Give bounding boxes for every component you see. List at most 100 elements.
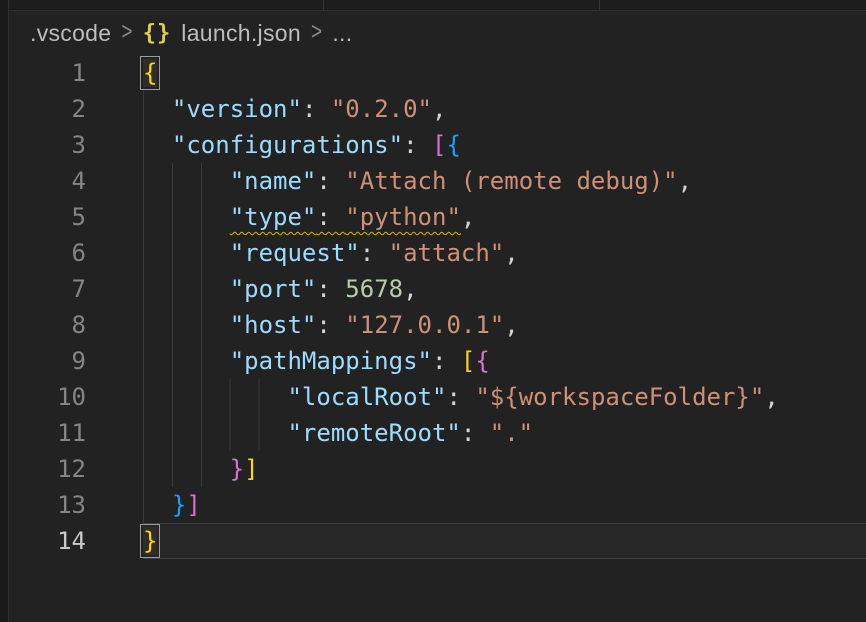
line-number[interactable]: 3 [9, 127, 86, 163]
code-line-content[interactable]: } [86, 523, 866, 559]
vscode-window: .vscode>{}launch.json>... 1{2"version": … [0, 0, 866, 622]
code-line-content[interactable]: "remoteRoot": "." [86, 415, 866, 451]
code-line-content[interactable]: "port": 5678, [86, 271, 866, 307]
code-line: 5"type": "python", [9, 199, 866, 235]
code-token: : [403, 131, 432, 159]
code-token: : [446, 383, 475, 411]
code-token: } [172, 491, 186, 519]
breadcrumb-file[interactable]: launch.json [181, 20, 301, 47]
code-token: : [316, 203, 345, 231]
editor-left-rail [0, 0, 9, 622]
code-token: "127.0.0.1" [345, 311, 504, 339]
chevron-right-icon: > [311, 19, 322, 48]
indent-guides [143, 487, 172, 523]
tab-divider [323, 0, 324, 10]
chevron-right-icon: > [121, 19, 132, 48]
line-number[interactable]: 8 [9, 307, 86, 343]
line-number[interactable]: 1 [9, 55, 86, 91]
code-token: "localRoot" [287, 383, 446, 411]
code-line: 13}] [9, 487, 866, 523]
line-number[interactable]: 10 [9, 379, 86, 415]
code-token: "0.2.0" [331, 95, 432, 123]
line-number[interactable]: 7 [9, 271, 86, 307]
code-line-content[interactable]: "version": "0.2.0", [86, 91, 866, 127]
tab-bar-strip[interactable] [9, 0, 866, 11]
code-token: , [432, 95, 446, 123]
code-token: : [316, 275, 345, 303]
code-line-content[interactable]: "configurations": [{ [86, 127, 866, 163]
code-line-content[interactable]: "host": "127.0.0.1", [86, 307, 866, 343]
code-line-content[interactable]: "type": "python", [86, 199, 866, 235]
code-token: : [316, 311, 345, 339]
code-line: 1{ [9, 55, 866, 91]
code-token: , [504, 239, 518, 267]
line-number[interactable]: 11 [9, 415, 86, 451]
code-line-content[interactable]: }] [86, 451, 866, 487]
code-token: , [403, 275, 417, 303]
code-line-content[interactable]: { [86, 55, 866, 91]
code-token: "request" [230, 239, 360, 267]
code-token: : [302, 95, 331, 123]
line-number[interactable]: 14 [9, 523, 86, 559]
code-token: "Attach (remote debug)" [345, 167, 677, 195]
code-line-content[interactable]: "pathMappings": [{ [86, 343, 866, 379]
code-token: "host" [230, 311, 317, 339]
code-line-content[interactable]: }] [86, 487, 866, 523]
code-line: 6"request": "attach", [9, 235, 866, 271]
matched-bracket: { [143, 59, 157, 87]
code-token: : [432, 347, 461, 375]
code-token: "." [490, 419, 533, 447]
code-token: { [475, 347, 489, 375]
code-line: 11"remoteRoot": "." [9, 415, 866, 451]
line-number[interactable]: 4 [9, 163, 86, 199]
code-token: : [360, 239, 389, 267]
breadcrumb-symbol-ellipsis[interactable]: ... [332, 20, 352, 47]
code-line: 14} [9, 523, 866, 559]
indent-guides [143, 451, 230, 487]
code-token: ] [186, 491, 200, 519]
line-number[interactable]: 9 [9, 343, 86, 379]
code-token: } [230, 455, 244, 483]
code-token: "python" [345, 203, 461, 231]
indent-guides [143, 379, 287, 415]
line-number[interactable]: 13 [9, 487, 86, 523]
code-token: , [678, 167, 692, 195]
line-number[interactable]: 12 [9, 451, 86, 487]
indent-guides [143, 91, 172, 127]
code-token: : [461, 419, 490, 447]
line-number[interactable]: 2 [9, 91, 86, 127]
code-line: 4"name": "Attach (remote debug)", [9, 163, 866, 199]
indent-guides [143, 415, 287, 451]
code-token: "name" [230, 167, 317, 195]
code-token: [ [461, 347, 475, 375]
line-number[interactable]: 6 [9, 235, 86, 271]
tab-divider [599, 0, 600, 10]
code-token: , [504, 311, 518, 339]
indent-guides [143, 163, 230, 199]
code-token: [ [432, 131, 446, 159]
code-line-content[interactable]: "localRoot": "${workspaceFolder}", [86, 379, 866, 415]
editor-code-area[interactable]: 1{2"version": "0.2.0",3"configurations":… [9, 55, 866, 622]
code-line-content[interactable]: "name": "Attach (remote debug)", [86, 163, 866, 199]
code-token: { [446, 131, 460, 159]
indent-guides [143, 343, 230, 379]
code-token: "version" [172, 95, 302, 123]
code-token: "${workspaceFolder}" [475, 383, 764, 411]
code-line-content[interactable]: "request": "attach", [86, 235, 866, 271]
breadcrumb-folder[interactable]: .vscode [30, 20, 111, 47]
indent-guides [143, 127, 172, 163]
code-token: 5678 [345, 275, 403, 303]
code-line: 3"configurations": [{ [9, 127, 866, 163]
code-token: ] [244, 455, 258, 483]
code-token: , [764, 383, 778, 411]
code-token: : [316, 167, 345, 195]
code-line: 10"localRoot": "${workspaceFolder}", [9, 379, 866, 415]
indent-guides [143, 235, 230, 271]
code-line: 12}] [9, 451, 866, 487]
line-number[interactable]: 5 [9, 199, 86, 235]
code-token: "type" [230, 203, 317, 231]
code-token: "port" [230, 275, 317, 303]
indent-guides [143, 199, 230, 235]
code-line: 2"version": "0.2.0", [9, 91, 866, 127]
code-token: "remoteRoot" [287, 419, 460, 447]
